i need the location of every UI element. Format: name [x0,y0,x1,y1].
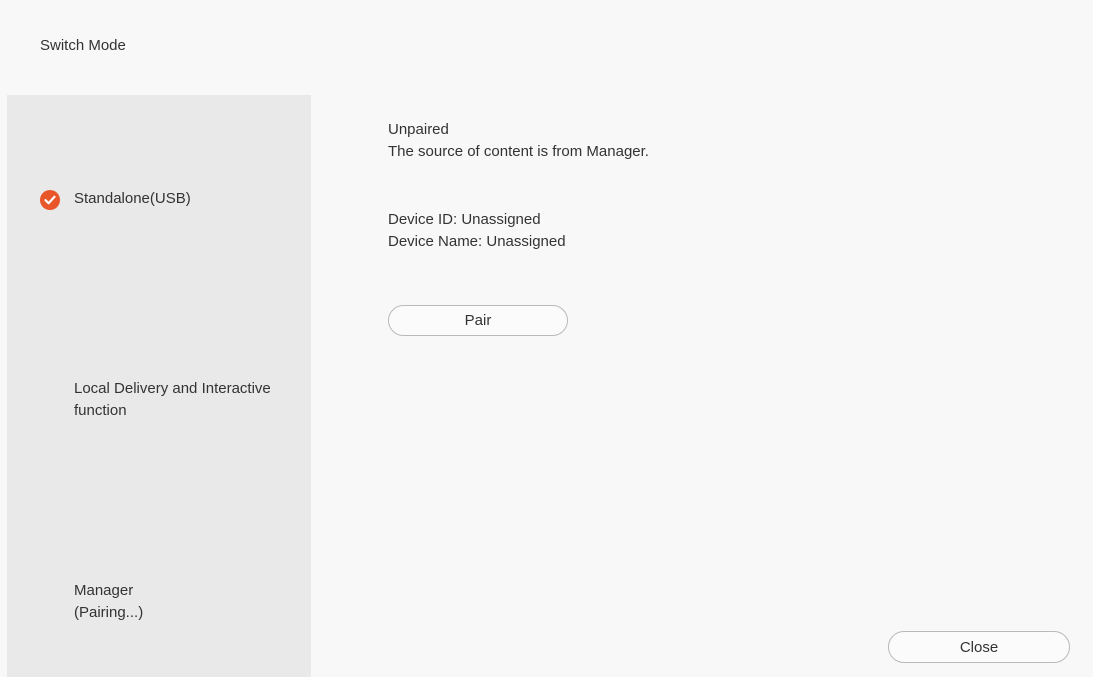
mode-sidebar: Standalone(USB) Local Delivery and Inter… [7,95,311,677]
mode-item-local-delivery[interactable]: Local Delivery and Interactive function [7,378,311,424]
pairing-status: Unpaired The source of content is from M… [388,119,649,163]
mode-item-standalone-usb[interactable]: Standalone(USB) [7,188,311,212]
device-info: Device ID: Unassigned Device Name: Unass… [388,209,566,253]
mode-label: Standalone(USB) [74,190,191,207]
device-id-text: Device ID: Unassigned [388,211,541,228]
check-circle-icon [40,190,60,210]
mode-label: Local Delivery and Interactive function [74,380,271,419]
device-name-text: Device Name: Unassigned [388,233,566,250]
dialog-title: Switch Mode [40,37,126,54]
close-button[interactable]: Close [888,631,1070,663]
pairing-state-text: Unpaired [388,121,449,138]
mode-item-manager[interactable]: Manager (Pairing...) [7,580,311,626]
mode-label: Manager (Pairing...) [74,582,144,621]
content-source-text: The source of content is from Manager. [388,143,649,160]
pair-button[interactable]: Pair [388,305,568,336]
